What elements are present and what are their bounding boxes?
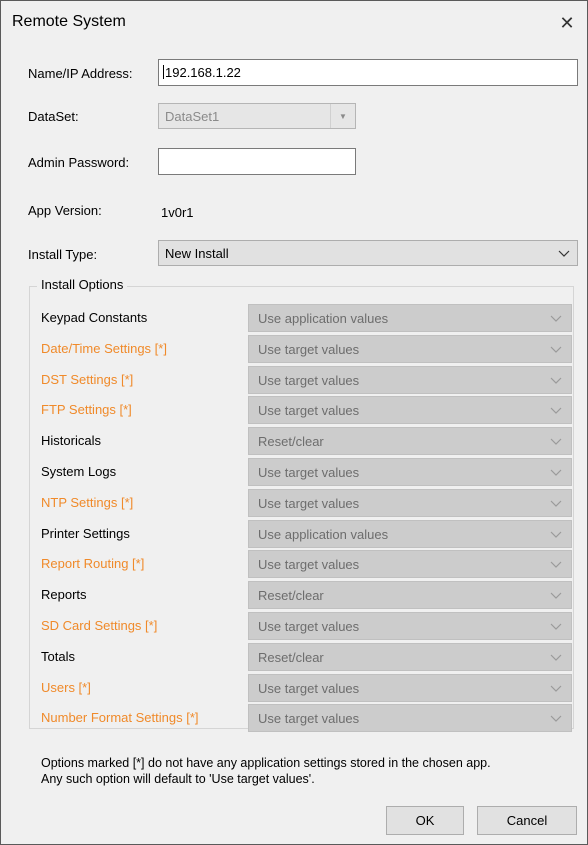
install-option-value: Reset/clear — [258, 434, 324, 450]
install-option-value: Use target values — [258, 465, 360, 480]
install-option-label: Historicals — [41, 433, 101, 449]
install-option-select[interactable]: Use target values — [248, 550, 572, 579]
install-option-label: Totals — [41, 648, 75, 664]
admin-password-label: Admin Password: — [28, 155, 130, 170]
close-icon[interactable]: ✕ — [547, 1, 587, 45]
dataset-value: DataSet1 — [165, 109, 220, 124]
chevron-down-icon — [550, 654, 562, 661]
install-option-value: Use application values — [258, 526, 389, 542]
install-option-row: Keypad Constants Use application values — [1, 303, 588, 333]
note-line-1: Options marked [*] do not have any appli… — [41, 756, 491, 770]
install-option-value: Use target values — [258, 557, 360, 573]
install-option-row: SD Card Settings [*] Use target values — [1, 611, 588, 641]
chevron-down-icon — [550, 438, 562, 446]
install-option-row: Users [*] Use target values — [1, 673, 588, 703]
install-option-row: Report Routing [*] Use target values — [1, 549, 588, 579]
install-options-title: Install Options — [37, 277, 128, 292]
chevron-down-icon — [550, 407, 562, 415]
ok-button[interactable]: OK — [386, 806, 464, 835]
chevron-down-icon — [550, 715, 562, 723]
install-option-label: Report Routing [*] — [41, 556, 145, 572]
install-option-select[interactable]: Use target values — [248, 704, 572, 733]
chevron-down-icon — [550, 500, 562, 507]
install-option-select[interactable]: Reset/clear — [248, 642, 572, 671]
install-option-select[interactable]: Use target values — [248, 612, 572, 640]
install-option-select[interactable]: Reset/clear — [248, 581, 572, 610]
dataset-label: DataSet: — [28, 109, 79, 124]
install-option-select[interactable]: Use target values — [248, 334, 572, 363]
install-option-label: Printer Settings — [41, 525, 130, 541]
install-option-select[interactable]: Use target values — [248, 396, 572, 425]
install-option-select[interactable]: Reset/clear — [248, 427, 572, 456]
install-option-value: Use target values — [258, 619, 360, 634]
install-option-row: Number Format Settings [*] Use target val… — [1, 703, 588, 733]
install-option-value: Use target values — [258, 495, 360, 511]
dialog-title: Remote System — [12, 13, 126, 30]
install-option-value: Reset/clear — [258, 588, 324, 604]
install-option-label: DST Settings [*] — [41, 371, 134, 387]
install-option-label: FTP Settings [*] — [41, 402, 132, 418]
install-option-select[interactable]: Use target values — [248, 458, 572, 486]
name-ip-label: Name/IP Address: — [28, 66, 133, 81]
install-option-value: Use target values — [258, 711, 360, 727]
name-ip-value: 192.168.1.22 — [165, 65, 241, 80]
install-option-value: Use target values — [258, 403, 360, 419]
install-type-select[interactable]: New Install — [158, 240, 578, 266]
install-option-value: Use target values — [258, 372, 360, 388]
install-option-label: Date/Time Settings [*] — [41, 340, 167, 356]
text-caret — [163, 65, 164, 79]
chevron-down-icon — [550, 346, 562, 353]
install-option-row: NTP Settings [*] Use target values — [1, 488, 588, 518]
install-option-row: Historicals Reset/clear — [1, 426, 588, 456]
install-option-value: Reset/clear — [258, 649, 324, 665]
chevron-down-icon — [550, 469, 562, 476]
install-option-label: NTP Settings [*] — [41, 494, 134, 510]
chevron-down-icon — [550, 623, 562, 630]
install-option-label: System Logs — [41, 464, 117, 479]
cancel-button[interactable]: Cancel — [477, 806, 577, 835]
install-option-select[interactable]: Use application values — [248, 519, 572, 548]
app-version-value: 1v0r1 — [161, 205, 194, 220]
title-bar[interactable]: Remote System ✕ — [1, 1, 587, 45]
chevron-down-icon — [550, 315, 562, 322]
install-option-row: Reports Reset/clear — [1, 580, 588, 610]
install-option-row: System Logs Use target values — [1, 457, 588, 487]
install-option-value: Use target values — [258, 341, 360, 357]
install-type-value: New Install — [165, 246, 229, 261]
chevron-down-icon — [550, 685, 562, 692]
install-option-row: Date/Time Settings [*] Use target values — [1, 334, 588, 364]
install-option-value: Use application values — [258, 311, 389, 326]
chevron-down-icon — [558, 250, 570, 257]
install-option-row: Printer Settings Use application values — [1, 519, 588, 549]
install-option-label: Users [*] — [41, 679, 91, 695]
install-option-row: FTP Settings [*] Use target values — [1, 395, 588, 425]
chevron-down-icon — [550, 561, 562, 569]
dataset-select[interactable]: DataSet1 ▼ — [158, 103, 356, 129]
chevron-down-icon — [550, 377, 562, 384]
install-option-label: Reports — [41, 587, 87, 603]
install-option-label: Number Format Settings [*] — [41, 710, 199, 726]
chevron-down-icon — [550, 531, 562, 538]
note-line-2: Any such option will default to 'Use tar… — [41, 772, 315, 786]
install-option-select[interactable]: Use target values — [248, 673, 572, 702]
chevron-down-icon — [550, 592, 562, 600]
app-version-label: App Version: — [28, 203, 102, 218]
name-ip-input[interactable]: 192.168.1.22 — [158, 59, 578, 86]
remote-system-dialog: Remote System ✕ Name/IP Address: 192.168… — [0, 0, 588, 845]
install-option-row: DST Settings [*] Use target values — [1, 365, 588, 395]
install-option-select[interactable]: Use target values — [248, 488, 572, 517]
install-option-label: Keypad Constants — [41, 310, 148, 325]
install-option-row: Totals Reset/clear — [1, 642, 588, 672]
chevron-down-icon: ▼ — [330, 104, 355, 128]
install-option-select[interactable]: Use target values — [248, 365, 572, 394]
install-option-select[interactable]: Use application values — [248, 304, 572, 332]
install-option-value: Use target values — [258, 680, 360, 696]
install-option-label: SD Card Settings [*] — [41, 618, 158, 633]
admin-password-input[interactable] — [158, 148, 356, 175]
install-type-label: Install Type: — [28, 247, 98, 262]
